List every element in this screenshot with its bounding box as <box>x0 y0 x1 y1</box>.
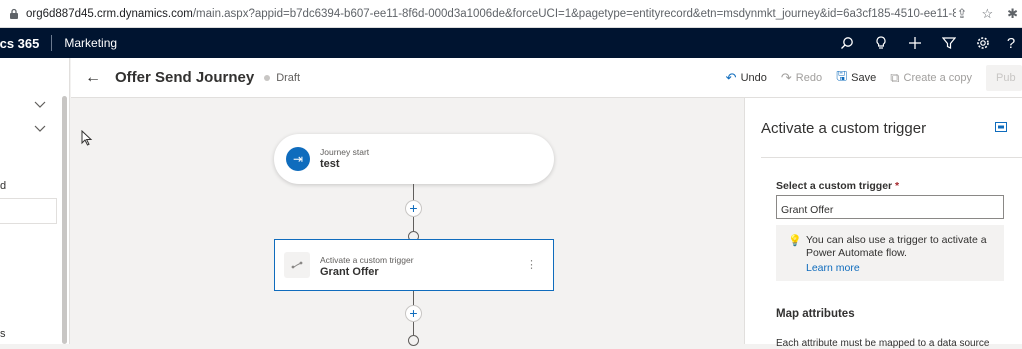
publish-button[interactable]: Pub <box>986 65 1022 91</box>
redo-label: Redo <box>795 72 823 84</box>
publish-label: Pub <box>996 72 1016 84</box>
select-trigger-label-text: Select a custom trigger <box>776 180 893 192</box>
enter-icon: ⇥ <box>286 147 310 171</box>
trigger-icon <box>284 252 310 278</box>
redo-button[interactable]: ↷ Redo <box>781 70 822 86</box>
connector-node <box>408 335 419 346</box>
share-icon[interactable]: ⇪ <box>957 6 968 22</box>
info-hint-box: 💡 You can also use a trigger to activate… <box>776 225 1004 281</box>
url-path: /main.aspx?appid=b7dc6394-b607-ee11-8f6d… <box>192 7 956 20</box>
copy-icon: ⧉ <box>890 70 900 85</box>
select-trigger-label: Select a custom trigger * <box>776 180 899 192</box>
url-text[interactable]: org6d887d45.crm.dynamics.com/main.aspx?a… <box>26 8 956 20</box>
add-step-button[interactable]: + <box>405 305 422 322</box>
nav-divider <box>51 35 53 51</box>
trigger-card-value: Grant Offer <box>320 266 379 278</box>
save-button[interactable]: 🖫 Save <box>836 67 876 89</box>
lightbulb-icon[interactable] <box>864 36 898 50</box>
connector-line <box>413 217 414 232</box>
help-icon[interactable]: ? <box>1000 35 1022 52</box>
required-asterisk: * <box>895 180 900 192</box>
left-navigation: d s <box>0 58 70 344</box>
save-label: Save <box>851 72 877 84</box>
redo-icon: ↷ <box>780 70 792 85</box>
connector-line <box>413 322 414 336</box>
command-bar: ← Offer Send Journey Draft ↶ Undo ↷ Redo 🖫… <box>71 58 1022 98</box>
chevron-down-icon[interactable] <box>34 125 46 133</box>
custom-trigger-card[interactable]: Activate a custom trigger Grant Offer ⋮ <box>274 239 554 291</box>
nav-item-selected[interactable] <box>0 198 57 224</box>
start-card-label: Journey start <box>320 147 370 157</box>
connector-line <box>413 291 414 306</box>
status-badge: Draft <box>276 71 301 84</box>
plus-icon[interactable] <box>898 36 932 50</box>
panel-divider <box>761 157 1022 158</box>
extension-icon[interactable]: ✱ <box>1007 6 1018 22</box>
create-copy-label: Create a copy <box>903 72 972 84</box>
journey-canvas[interactable]: ⇥ Journey start test + Activate a custom… <box>71 98 744 346</box>
scrollbar[interactable] <box>62 96 67 344</box>
properties-panel: Activate a custom trigger Select a custo… <box>744 98 1022 349</box>
chevron-down-icon[interactable] <box>34 101 46 109</box>
back-arrow-icon[interactable]: ← <box>85 69 101 87</box>
lock-icon <box>10 8 18 19</box>
undo-button[interactable]: ↶ Undo <box>726 70 767 86</box>
connector-line <box>413 184 414 200</box>
custom-trigger-input[interactable] <box>776 195 1004 219</box>
browser-address-bar[interactable]: org6d887d45.crm.dynamics.com/main.aspx?a… <box>0 0 1022 28</box>
map-attributes-heading: Map attributes <box>776 308 855 320</box>
more-options-icon[interactable]: ⋮ <box>526 258 537 271</box>
add-step-button[interactable]: + <box>405 200 422 217</box>
app-name[interactable]: ics 365 <box>0 36 39 51</box>
search-icon[interactable] <box>830 36 864 50</box>
star-icon[interactable]: ☆ <box>981 6 993 22</box>
undo-icon: ↶ <box>725 70 737 85</box>
url-host: org6d887d45.crm.dynamics.com <box>26 7 193 20</box>
nav-item-label[interactable]: s <box>0 328 6 340</box>
settings-icon[interactable] <box>966 36 1000 50</box>
trigger-card-label: Activate a custom trigger <box>320 255 414 265</box>
hint-text: You can also use a trigger to activate a… <box>806 234 987 259</box>
status-dot <box>264 74 271 81</box>
learn-more-link[interactable]: Learn more <box>806 262 860 274</box>
nav-item-label[interactable]: d <box>0 180 6 192</box>
area-name[interactable]: Marketing <box>64 36 117 50</box>
panel-title: Activate a custom trigger <box>761 120 927 137</box>
collapse-panel-icon[interactable] <box>995 122 1007 132</box>
mouse-cursor-icon <box>81 130 93 146</box>
page-title: Offer Send Journey <box>115 69 255 86</box>
journey-start-card[interactable]: ⇥ Journey start test <box>274 134 554 184</box>
top-navigation-bar: ics 365 Marketing ? <box>0 28 1022 58</box>
filter-icon[interactable] <box>932 36 966 50</box>
create-copy-button[interactable]: ⧉ Create a copy <box>890 70 972 86</box>
start-card-value: test <box>320 158 340 170</box>
lightbulb-icon: 💡 <box>788 235 802 247</box>
save-icon: 🖫 <box>836 68 848 83</box>
undo-label: Undo <box>740 72 767 84</box>
